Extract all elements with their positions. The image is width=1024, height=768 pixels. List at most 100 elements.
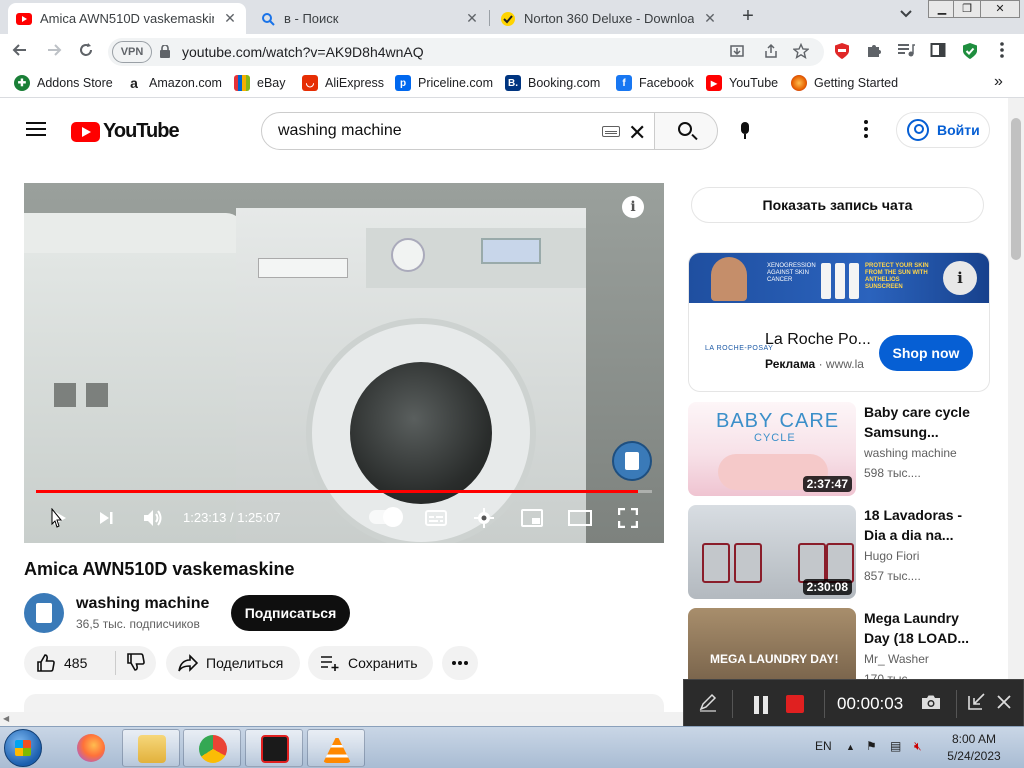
browser-menu-icon[interactable] (992, 42, 1012, 62)
video-player[interactable]: i 1:23:13 / 1:25:07 (24, 183, 664, 543)
recommended-video[interactable]: BABY CARE CYCLE 2:37:47 Baby care cycle … (688, 402, 990, 498)
keyboard-icon[interactable] (602, 126, 620, 137)
tab-youtube[interactable]: Amica AWN510D vaskemaskine ✕ (8, 3, 246, 34)
screenshot-camera-icon[interactable] (918, 692, 944, 716)
taskbar-vlc[interactable] (307, 729, 365, 767)
bookmark-addons-store[interactable]: ✚ Addons Store (14, 75, 113, 91)
bookmark-priceline[interactable]: p Priceline.com (395, 75, 493, 91)
autoplay-toggle[interactable] (369, 507, 403, 527)
video-progress-bar[interactable] (36, 490, 652, 493)
settings-gear-icon[interactable] (472, 506, 496, 530)
recommended-video[interactable]: 2:30:08 18 Lavadoras - Dia a dia na... H… (688, 505, 990, 601)
recommended-title[interactable]: Baby care cycle Samsung... (864, 402, 982, 442)
taskbar-recorder[interactable] (245, 729, 303, 767)
search-button[interactable] (654, 112, 718, 150)
share-icon[interactable] (762, 43, 780, 61)
recommended-channel[interactable]: Hugo Fiori (864, 549, 919, 563)
tray-expand-icon[interactable]: ▲ (846, 742, 855, 752)
close-window-button[interactable]: ✕ (980, 0, 1020, 18)
bookmark-getting-started[interactable]: Getting Started (791, 75, 898, 91)
like-button[interactable]: 485 (24, 651, 116, 675)
channel-avatar[interactable] (24, 593, 64, 633)
fullscreen-icon[interactable] (616, 506, 640, 530)
minimize-recorder-icon[interactable] (965, 692, 989, 716)
tab-search[interactable]: в - Поиск ✕ (252, 3, 488, 34)
share-button[interactable]: Поделиться (166, 646, 300, 680)
ad-banner[interactable]: XENOGRESSION AGAINST SKIN CANCER PROTECT… (689, 253, 989, 303)
recommended-channel[interactable]: Mr_ Washer (864, 652, 929, 666)
search-input[interactable]: washing machine (278, 122, 402, 140)
search-box[interactable]: washing machine ✕ (261, 112, 655, 150)
shop-now-button[interactable]: Shop now (879, 335, 973, 371)
language-indicator[interactable]: EN (815, 739, 832, 753)
tab-search-chevron-icon[interactable] (896, 7, 916, 27)
back-button[interactable] (8, 40, 32, 64)
more-actions-button[interactable] (442, 646, 478, 680)
bookmark-amazon[interactable]: a Amazon.com (126, 75, 222, 91)
taskbar-clock[interactable]: 8:00 AM 5/24/2023 (938, 731, 1010, 765)
sponsored-ad-card[interactable]: XENOGRESSION AGAINST SKIN CANCER PROTECT… (688, 252, 990, 392)
bookmark-booking[interactable]: B. Booking.com (505, 75, 600, 91)
taskbar-chrome[interactable] (183, 729, 241, 767)
channel-watermark-icon[interactable] (612, 441, 652, 481)
recommended-channel[interactable]: washing machine (864, 446, 957, 460)
clear-search-icon[interactable]: ✕ (628, 120, 646, 146)
bookmark-facebook[interactable]: f Facebook (616, 75, 694, 91)
side-panel-icon[interactable] (928, 42, 948, 62)
volume-icon[interactable] (141, 506, 165, 530)
scroll-left-arrow-icon[interactable]: ◀ (3, 714, 9, 723)
install-app-icon[interactable] (728, 43, 746, 61)
bookmark-youtube[interactable]: ▶ YouTube (706, 75, 778, 91)
minimize-button[interactable]: ▁ (928, 0, 956, 18)
page-vertical-scrollbar[interactable] (1008, 98, 1024, 712)
menu-icon[interactable] (26, 122, 46, 136)
description-box[interactable] (24, 694, 664, 712)
extensions-puzzle-icon[interactable] (864, 42, 884, 62)
annotate-pen-icon[interactable] (696, 692, 720, 716)
media-queue-icon[interactable] (896, 42, 916, 62)
save-button[interactable]: Сохранить (308, 646, 433, 680)
video-info-icon[interactable]: i (622, 196, 644, 218)
tab-close-icon[interactable]: ✕ (222, 10, 238, 27)
bookmark-aliexpress[interactable]: ◡ AliExpress (302, 75, 384, 91)
pause-recording-button[interactable] (746, 692, 776, 716)
address-bar[interactable]: VPN youtube.com/watch?v=AK9D8h4wnAQ (108, 38, 824, 66)
network-icon[interactable]: ▤ (890, 739, 901, 753)
security-extension-icon[interactable] (960, 42, 980, 62)
scrollbar-thumb[interactable] (1011, 118, 1021, 260)
taskbar-firefox[interactable] (62, 729, 120, 767)
close-recorder-icon[interactable] (992, 692, 1016, 716)
tab-close-icon[interactable]: ✕ (464, 10, 480, 27)
voice-search-mic-icon[interactable] (740, 122, 750, 140)
youtube-logo[interactable]: YouTube (71, 120, 180, 143)
theater-mode-icon[interactable] (568, 506, 592, 530)
channel-name[interactable]: washing machine (76, 595, 209, 613)
settings-kebab-icon[interactable] (864, 120, 868, 138)
miniplayer-icon[interactable] (520, 506, 544, 530)
tab-norton[interactable]: Norton 360 Deluxe - Download ✕ (492, 3, 726, 34)
bookmark-ebay[interactable]: eBay (234, 75, 286, 91)
new-tab-button[interactable]: + (736, 5, 760, 29)
video-thumbnail[interactable]: BABY CARE CYCLE 2:37:47 (688, 402, 856, 496)
subscribe-button[interactable]: Подписаться (231, 595, 350, 631)
bookmark-star-icon[interactable] (792, 42, 810, 61)
bookmarks-overflow-button[interactable]: » (994, 73, 1003, 91)
volume-muted-icon[interactable]: 🔇︎ (914, 739, 922, 754)
vpn-badge[interactable]: VPN (112, 41, 152, 63)
taskbar-explorer[interactable] (122, 729, 180, 767)
adblock-shield-icon[interactable] (832, 42, 852, 62)
subtitles-icon[interactable] (424, 506, 448, 530)
show-chat-replay-button[interactable]: Показать запись чата (691, 187, 984, 223)
start-button[interactable] (4, 729, 42, 767)
recommended-title[interactable]: 18 Lavadoras - Dia a dia na... (864, 505, 982, 545)
video-thumbnail[interactable]: 2:30:08 (688, 505, 856, 599)
sign-in-button[interactable]: Войти (896, 112, 990, 148)
forward-button[interactable] (42, 40, 66, 64)
next-button[interactable] (94, 506, 118, 530)
reload-button[interactable] (74, 40, 98, 64)
ad-advertiser-name[interactable]: La Roche Po... (765, 331, 871, 349)
recommended-title[interactable]: Mega Laundry Day (18 LOAD... (864, 608, 982, 648)
dislike-button[interactable] (116, 652, 146, 675)
stop-recording-button[interactable] (786, 695, 804, 713)
lock-icon[interactable] (160, 44, 170, 58)
